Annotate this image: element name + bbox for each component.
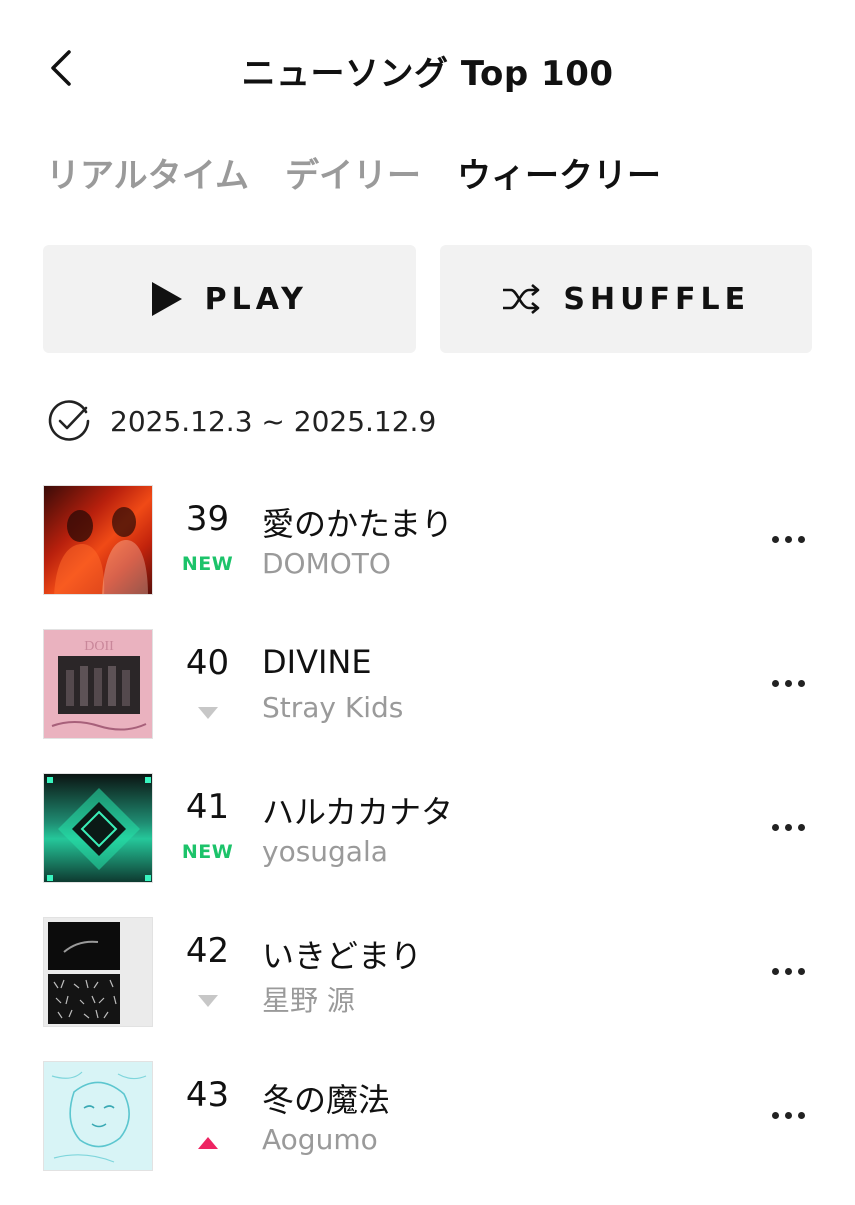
rank-number: 42 [185, 931, 230, 971]
more-dot-icon [784, 535, 792, 543]
rank-status [160, 1129, 255, 1157]
svg-text:DOII: DOII [84, 639, 114, 654]
shuffle-icon [503, 284, 540, 314]
more-options-button[interactable] [760, 521, 816, 557]
song-title: ハルカカナタ [262, 793, 454, 831]
song-row[interactable]: 41 NEW ハルカカナタ yosugala [0, 773, 855, 917]
rank-status: NEW [160, 553, 255, 581]
rank-number: 40 [185, 643, 230, 683]
rank-status [160, 697, 255, 725]
artist-name: Stray Kids [262, 691, 404, 724]
song-list: 39 NEW 愛のかたまり DOMOTO DOII 40 DIVINE Stra… [0, 485, 855, 1205]
rank-status [160, 985, 255, 1013]
more-dot-icon [797, 967, 805, 975]
song-title: いきどまり [262, 937, 423, 975]
playback-actions: PLAY SHUFFLE [43, 245, 812, 353]
more-dot-icon [797, 535, 805, 543]
tab-daily[interactable]: デイリー [285, 148, 421, 197]
rank-down-icon [197, 707, 218, 719]
play-icon [151, 282, 182, 316]
rank-up-icon [197, 1137, 218, 1149]
more-dot-icon [771, 967, 779, 975]
more-dot-icon [784, 679, 792, 687]
tab-weekly[interactable]: ウィークリー [457, 148, 661, 197]
header: ニューソング Top 100 [0, 0, 855, 140]
song-row[interactable]: 42 いきどまり 星野 源 [0, 917, 855, 1061]
more-dot-icon [771, 679, 779, 687]
new-badge: NEW [181, 553, 234, 575]
more-dot-icon [784, 967, 792, 975]
check-circle-icon [48, 400, 90, 441]
rank-number: 41 [185, 787, 230, 827]
page-title: ニューソング Top 100 [241, 54, 614, 94]
artist-name: 星野 源 [262, 984, 355, 1017]
artist-name: DOMOTO [262, 547, 391, 580]
album-cover [43, 485, 153, 595]
more-dot-icon [771, 1111, 779, 1119]
album-cover [43, 1061, 153, 1171]
chart-date-range: 2025.12.3 ~ 2025.12.9 [46, 398, 436, 444]
album-cover: DOII [43, 629, 153, 739]
more-dot-icon [784, 823, 792, 831]
album-cover [43, 917, 153, 1027]
more-options-button[interactable] [760, 953, 816, 989]
song-title: 冬の魔法 [262, 1081, 391, 1119]
song-title: 愛のかたまり [262, 505, 454, 543]
date-range-text: 2025.12.3 ~ 2025.12.9 [110, 404, 437, 438]
shuffle-button-label: SHUFFLE [563, 281, 751, 317]
song-row[interactable]: 43 冬の魔法 Aogumo [0, 1061, 855, 1205]
song-title: DIVINE [262, 643, 372, 681]
more-options-button[interactable] [760, 665, 816, 701]
shuffle-button[interactable]: SHUFFLE [439, 245, 812, 353]
rank-status: NEW [160, 841, 255, 869]
rank-number: 43 [185, 1075, 230, 1115]
more-dot-icon [797, 679, 805, 687]
chart-period-tabs: リアルタイム デイリー ウィークリー [46, 148, 661, 197]
more-options-button[interactable] [760, 809, 816, 845]
tab-realtime[interactable]: リアルタイム [46, 148, 249, 197]
more-dot-icon [797, 823, 805, 831]
artist-name: yosugala [262, 835, 388, 868]
rank-down-icon [197, 995, 218, 1007]
more-dot-icon [784, 1111, 792, 1119]
album-cover [43, 773, 153, 883]
more-options-button[interactable] [760, 1097, 816, 1133]
play-button[interactable]: PLAY [43, 245, 416, 353]
new-badge: NEW [181, 841, 234, 863]
more-dot-icon [797, 1111, 805, 1119]
rank-number: 39 [185, 499, 230, 539]
song-row[interactable]: 39 NEW 愛のかたまり DOMOTO [0, 485, 855, 629]
more-dot-icon [771, 535, 779, 543]
song-row[interactable]: DOII 40 DIVINE Stray Kids [0, 629, 855, 773]
more-dot-icon [771, 823, 779, 831]
play-button-label: PLAY [204, 281, 308, 317]
artist-name: Aogumo [262, 1123, 378, 1156]
